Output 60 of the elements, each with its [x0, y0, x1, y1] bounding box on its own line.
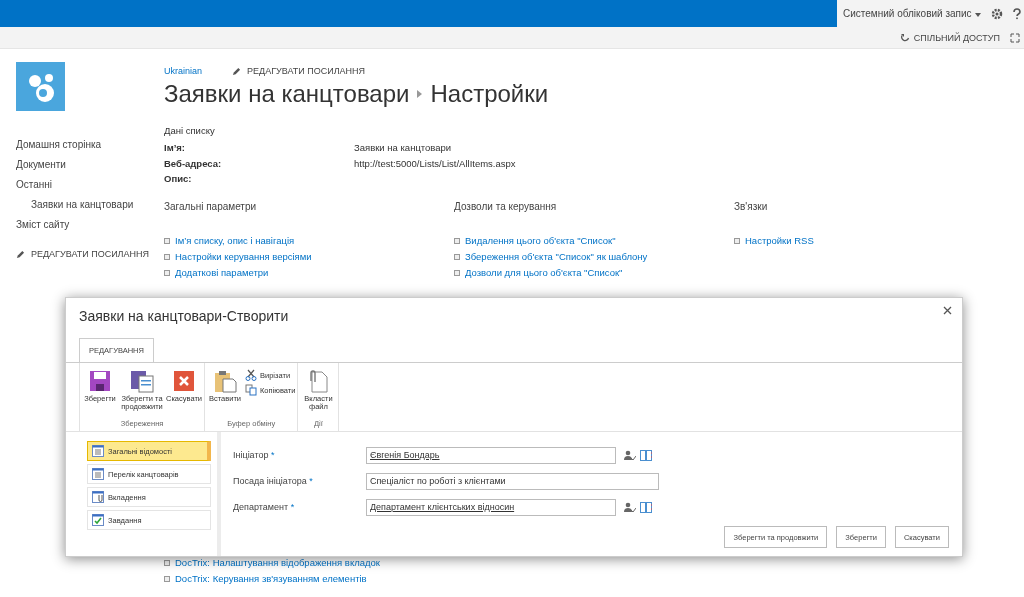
save-document-icon [130, 369, 154, 393]
pencil-icon [232, 66, 242, 76]
section-heading: Дані списку [164, 125, 216, 136]
section-heading: Дозволи та керування [454, 200, 558, 212]
save-icon [88, 369, 112, 393]
input-field[interactable]: Євгенія Бондарь [366, 446, 616, 464]
field-label: Опис: [164, 172, 193, 186]
settings-link[interactable]: Настройки керування версіями [164, 248, 454, 265]
settings-link[interactable]: Додаткові параметри [164, 264, 454, 281]
address-book-icon[interactable] [640, 449, 652, 461]
field-value: http://test:5000/Lists/List/AllItems.aspx [354, 156, 517, 171]
clipboard-icon [213, 369, 237, 393]
settings-link[interactable]: Видалення цього об'єкта "Список" [454, 232, 734, 249]
attachment-icon [92, 491, 104, 503]
dialog-title: Заявки на канцтовари-Створити [79, 308, 289, 326]
form-icon [92, 445, 104, 457]
pencil-icon [16, 249, 25, 259]
page-title: Настройки [430, 80, 549, 108]
language-link[interactable]: Ukrainian [164, 66, 203, 76]
close-button[interactable] [941, 304, 954, 317]
edit-links-link[interactable]: РЕДАГУВАТИ ПОСИЛАННЯ [232, 66, 366, 76]
check-names-icon[interactable] [624, 501, 636, 513]
section-heading: Зв'язки [734, 200, 769, 212]
nav-link[interactable]: Зміст сайту [16, 215, 164, 235]
input-field[interactable]: Спеціаліст по роботі з клієнтами [366, 472, 659, 490]
breadcrumb-arrow-icon [417, 90, 423, 98]
settings-link[interactable]: Ім’я списку, опис і навігація [164, 232, 454, 249]
share-button[interactable]: СПІЛЬНИЙ ДОСТУП [899, 32, 1000, 43]
copy-icon [245, 384, 257, 396]
nav-link[interactable]: Домашня сторінка [16, 135, 164, 155]
cancel-icon [172, 369, 196, 393]
scissors-icon [245, 369, 257, 381]
nav-link[interactable]: Останні [16, 175, 164, 195]
nav-link[interactable]: Заявки на канцтовари [16, 195, 164, 215]
site-logo [16, 62, 65, 111]
section-heading: Загальні параметри [164, 200, 258, 212]
sync-icon [899, 32, 910, 43]
settings-icon[interactable] [990, 7, 1003, 20]
focus-icon[interactable] [1010, 32, 1020, 43]
settings-link[interactable]: Збереження об'єкта "Список" як шаблону [454, 248, 734, 265]
caret-icon [974, 13, 981, 17]
help-icon[interactable] [1012, 7, 1021, 20]
nav-link[interactable]: Документи [16, 155, 164, 175]
input-field[interactable]: Департамент клієнтських відносин [366, 498, 616, 516]
field-value: Заявки на канцтовари [354, 141, 453, 155]
page-title[interactable]: Заявки на канцтовари [164, 80, 410, 108]
settings-link[interactable]: Дозволи для цього об'єкта "Список" [454, 264, 734, 281]
edit-links-link[interactable]: РЕДАГУВАТИ ПОСИЛАННЯ [16, 249, 164, 259]
settings-link[interactable]: Настройки RSS [734, 232, 1024, 249]
field-label: Ініціатор * [233, 450, 276, 460]
field-label: Посада ініціатора * [233, 476, 314, 486]
field-label: Веб-адреса: [164, 156, 223, 171]
field-label: Департамент * [233, 502, 296, 512]
list-icon [92, 468, 104, 480]
field-label: Ім’я: [164, 141, 186, 155]
settings-link[interactable]: DocTrix: Керування зв'язуванням елементів [164, 570, 454, 587]
check-names-icon[interactable] [624, 449, 636, 461]
address-book-icon[interactable] [640, 501, 652, 513]
settings-link[interactable]: DocTrix: Налаштування відображення вкладок [164, 554, 454, 571]
checkmark-icon [92, 514, 104, 526]
